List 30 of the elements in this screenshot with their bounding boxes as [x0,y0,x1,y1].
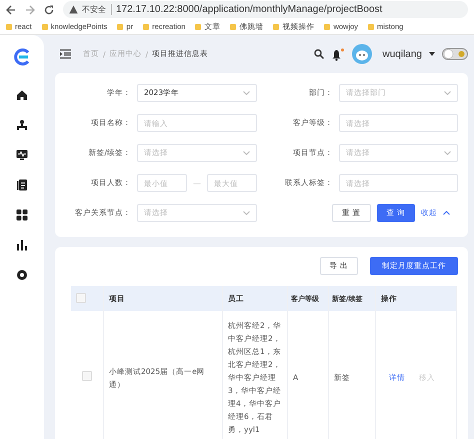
avatar-icon [352,44,372,64]
logo-icon [14,48,30,66]
sidebar-item[interactable] [15,118,29,132]
sidebar-item[interactable] [15,268,29,282]
warning-icon [69,5,78,14]
user-menu[interactable]: wuqilang [382,48,422,60]
search-icon[interactable] [314,49,324,59]
chevron-down-icon [243,91,250,95]
chevron-down-icon [444,91,451,95]
sidebar-item[interactable] [15,88,29,102]
url-text: 172.17.10.22:8000/application/monthlyManage/projectBoost [116,4,382,15]
range-separator: — [193,178,201,188]
chevron-down-icon [243,211,250,215]
sidebar-item[interactable] [15,148,29,162]
chevron-down-icon [243,151,250,155]
sidebar-item[interactable] [15,238,29,252]
chevron-up-icon[interactable] [443,211,450,215]
theme-switch[interactable] [442,48,468,60]
sidebar-item[interactable] [15,208,29,222]
row-checkbox[interactable] [82,370,92,380]
chevron-down-icon [444,151,451,155]
caret-icon[interactable] [429,52,435,56]
reload-icon[interactable] [44,4,54,14]
back-icon[interactable] [6,4,16,14]
bell-icon[interactable] [330,48,345,60]
address-bar[interactable]: 不安全 172.17.10.22:8000/application/monthlyManage/projectBoost [63,1,468,18]
sidebar-item[interactable] [15,178,29,192]
menu-icon[interactable] [60,49,71,59]
select-all-checkbox[interactable] [76,292,86,302]
security-label: 不安全 [82,4,112,15]
